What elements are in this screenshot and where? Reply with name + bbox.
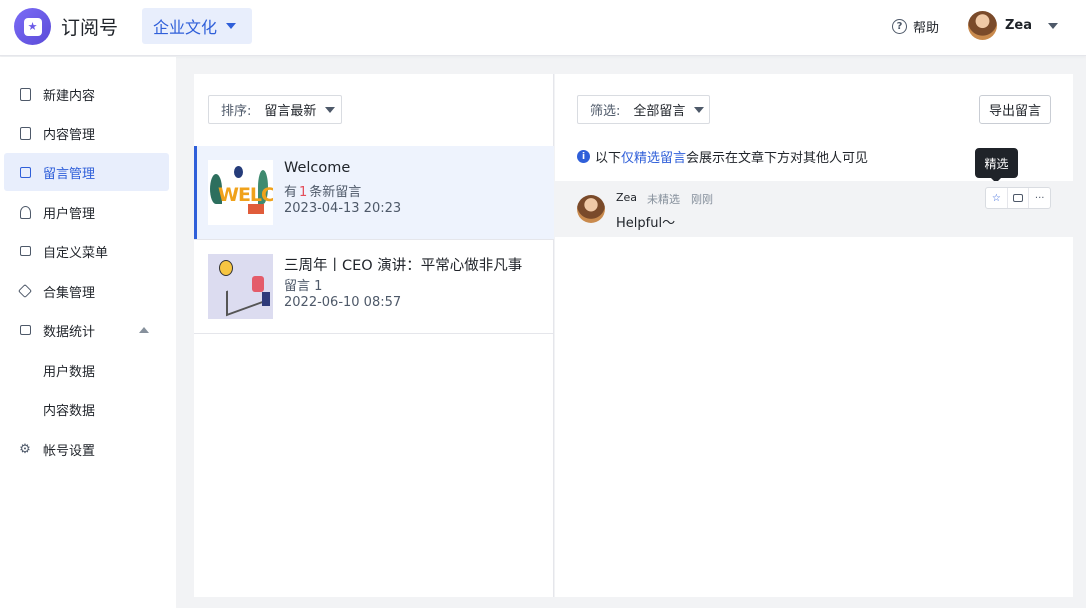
sidebar-item-label: 用户管理	[43, 206, 96, 222]
sidebar-item-label: 留言管理	[43, 166, 96, 182]
article-item-welcome[interactable]: WELC Welcome 有 1 条新留言 2023-04-13 20:23	[194, 146, 554, 240]
user-name: Zea	[1005, 18, 1033, 33]
sidebar-item-label: 内容数据	[43, 403, 96, 419]
layers-icon	[17, 283, 33, 299]
chevron-down-icon	[694, 106, 705, 113]
menu-icon	[18, 244, 32, 258]
comment-icon	[18, 165, 32, 179]
help-label: 帮助	[913, 21, 940, 36]
article-comment-count: 有 1 条新留言	[284, 185, 362, 200]
app-title: 订阅号	[61, 17, 119, 39]
article-date: 2022-06-10 08:57	[284, 295, 402, 310]
article-date: 2023-04-13 20:23	[284, 201, 402, 216]
comment-meta: Zea 未精选 刚刚	[616, 191, 713, 207]
sidebar-item-account-settings[interactable]: ⚙ 帐号设置	[4, 430, 169, 468]
chevron-down-icon	[1048, 22, 1059, 29]
sidebar-item-custom-menu[interactable]: 自定义菜单	[4, 232, 169, 270]
sidebar-item-label: 合集管理	[43, 285, 96, 301]
users-icon	[18, 205, 32, 219]
sidebar-item-label: 新建内容	[43, 88, 96, 104]
article-comment-count: 留言 1	[284, 279, 323, 294]
comment-item: Zea 未精选 刚刚 Helpful～ ☆ ···	[555, 181, 1073, 237]
article-title: Welcome	[284, 160, 351, 176]
comment-time: 刚刚	[691, 193, 714, 206]
sort-select[interactable]: 排序: 留言最新	[208, 95, 342, 124]
sidebar-item-content-data[interactable]: 内容数据	[4, 390, 169, 428]
user-menu[interactable]: Zea	[968, 11, 1059, 40]
sort-label: 排序:	[221, 104, 252, 119]
help-icon: ?	[892, 19, 907, 34]
avatar	[968, 11, 997, 40]
chevron-down-icon	[226, 23, 237, 29]
article-item-ceo-speech[interactable]: 三周年丨CEO 演讲：平常心做非凡事 留言 1 2022-06-10 08:57	[194, 240, 554, 334]
sidebar-item-user-management[interactable]: 用户管理	[4, 193, 169, 231]
avatar	[577, 195, 605, 223]
article-title: 三周年丨CEO 演讲：平常心做非凡事	[284, 258, 523, 274]
featured-notice: i 以下 仅精选留言 会展示在文章下方对其他人可见	[577, 147, 868, 166]
info-icon: i	[577, 150, 590, 163]
app-logo[interactable]: ★	[14, 8, 51, 45]
chart-icon	[18, 323, 32, 337]
comment-actions: ☆ ···	[985, 187, 1051, 209]
account-switcher[interactable]: 企业文化	[142, 8, 252, 44]
sidebar-item-label: 内容管理	[43, 127, 96, 143]
comment-text: Helpful～	[616, 216, 676, 231]
star-icon: ★	[23, 17, 42, 36]
article-thumbnail: WELC	[208, 160, 273, 225]
sidebar-item-label: 用户数据	[43, 364, 96, 380]
more-icon[interactable]: ···	[1029, 188, 1050, 208]
chevron-down-icon	[325, 106, 336, 113]
comment-author: Zea	[616, 191, 638, 204]
feature-tooltip: 精选	[975, 148, 1018, 183]
export-comments-button[interactable]: 导出留言	[979, 95, 1051, 124]
document-icon	[18, 126, 32, 140]
top-header: ★ 订阅号 企业文化 ? 帮助 Zea	[0, 0, 1086, 56]
help-link[interactable]: ? 帮助	[892, 17, 939, 36]
sidebar-item-label: 数据统计	[43, 324, 96, 340]
new-content-icon	[18, 87, 32, 101]
comment-status: 未精选	[647, 193, 681, 206]
sidebar-item-user-data[interactable]: 用户数据	[4, 351, 169, 389]
sidebar-item-comment-management[interactable]: 留言管理	[4, 153, 169, 191]
gear-icon: ⚙	[19, 441, 31, 457]
comment-detail-panel: 筛选: 全部留言 导出留言 i 以下 仅精选留言 会展示在文章下方对其他人可见 精选…	[555, 74, 1073, 597]
account-name: 企业文化	[153, 18, 218, 37]
filter-select[interactable]: 筛选: 全部留言	[577, 95, 710, 124]
sidebar: 新建内容 内容管理 留言管理 用户管理 自定义菜单 合集管理 数据统计 用户数据…	[0, 57, 176, 608]
sidebar-item-label: 自定义菜单	[43, 245, 109, 261]
chevron-up-icon	[139, 327, 149, 333]
featured-link[interactable]: 仅精选留言	[621, 147, 686, 166]
sidebar-item-collection-management[interactable]: 合集管理	[4, 272, 169, 310]
reply-icon[interactable]	[1008, 188, 1030, 208]
filter-value: 全部留言	[633, 104, 686, 119]
sort-value: 留言最新	[264, 104, 317, 119]
sidebar-item-content-management[interactable]: 内容管理	[4, 114, 169, 152]
article-list-panel: 排序: 留言最新 WELC Welcome 有 1 条新留言 2023-04-13 …	[194, 74, 554, 597]
sidebar-item-label: 帐号设置	[43, 443, 96, 459]
article-thumbnail	[208, 254, 273, 319]
sidebar-item-new-content[interactable]: 新建内容	[4, 75, 169, 113]
filter-label: 筛选:	[590, 104, 621, 119]
feature-star-icon[interactable]: ☆	[986, 188, 1008, 208]
sidebar-item-data-statistics[interactable]: 数据统计	[4, 311, 169, 349]
